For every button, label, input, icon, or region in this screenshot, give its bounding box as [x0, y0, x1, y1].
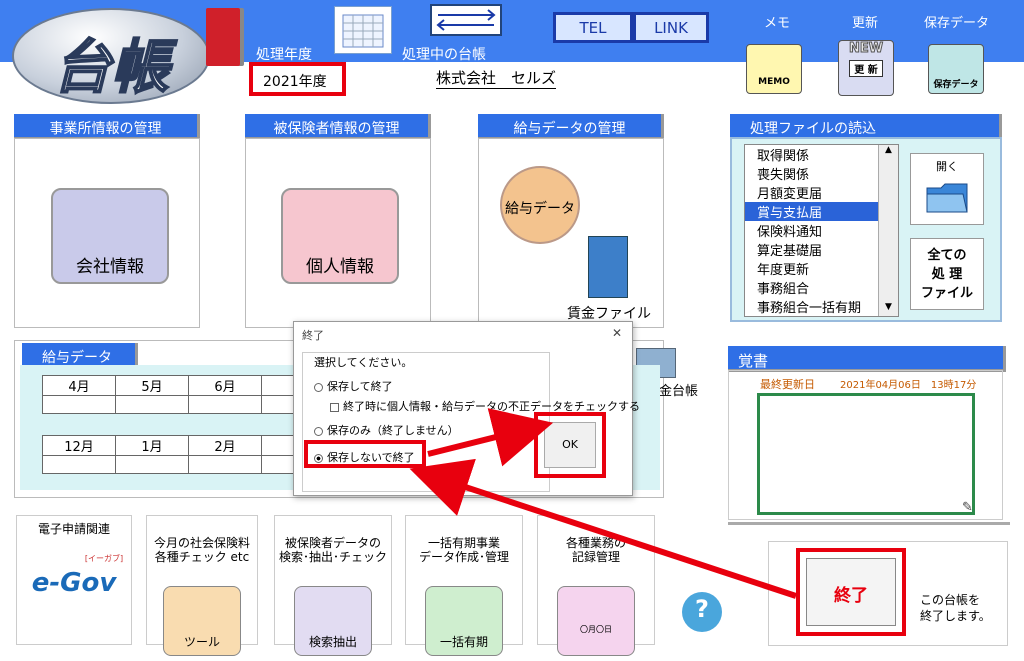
search-icon-label: 検索抽出	[308, 635, 357, 649]
memo-button[interactable]: MEMO	[746, 44, 802, 94]
option-no-save-exit[interactable]: 保存しないで終了	[314, 449, 415, 465]
fiscal-year-value[interactable]: 2021年度	[249, 62, 346, 96]
exit-dialog: 終了 ✕ 選択してください。 保存して終了 終了時に個人情報・給与データの不正デ…	[293, 321, 640, 496]
e-application-button[interactable]: 電子申請関連 e-Gov [イーガブ]	[16, 515, 132, 645]
scroll-up-icon[interactable]: ▲	[879, 145, 898, 159]
update-button[interactable]: NEW 更 新	[838, 40, 894, 96]
update-label: 更新	[852, 16, 879, 31]
record-icon: 〇月〇日 手 続 録	[557, 586, 635, 656]
salary-panel-title: 給与データの管理	[478, 114, 664, 140]
file-list-item[interactable]: 算定基礎届	[745, 240, 898, 259]
memo-panel-title: 覚書	[728, 346, 1006, 372]
shovel-icon: 一括有期	[425, 586, 503, 656]
bulk-period-button[interactable]: 一括有期事業 データ作成･管理 一括有期	[405, 515, 523, 656]
month-cell[interactable]: 6月	[188, 375, 262, 396]
save-data-label: 保存データ	[924, 16, 990, 31]
exit-button[interactable]: 終了	[806, 558, 896, 626]
link-button[interactable]: LINK	[633, 12, 709, 43]
shovel-icon-label: 一括有期	[439, 635, 488, 649]
close-icon[interactable]: ✕	[612, 326, 622, 340]
fiscal-year-label: 処理年度	[256, 47, 312, 63]
egov-logo: e-Gov	[31, 568, 117, 598]
open-label: 開く	[936, 160, 958, 173]
memo-icon-text: MEMO	[758, 77, 790, 87]
personal-info-button[interactable]: 個人情報	[281, 188, 399, 284]
dialog-title: 終了 ✕	[294, 322, 632, 346]
ok-button[interactable]: OK	[544, 422, 596, 468]
record-icon-date: 〇月〇日	[580, 625, 612, 634]
salary-data-button[interactable]: 給与データ	[500, 166, 580, 244]
exit-description: この台帳を 終了します。	[920, 593, 991, 623]
radio-no-save-exit[interactable]	[314, 453, 323, 463]
save-data-button[interactable]: 保存データ	[928, 44, 984, 94]
salary-data-label: 給与データ	[505, 201, 575, 217]
tool-icon-label: ツール	[183, 635, 220, 649]
insured-search-title: 被保険者データの 検索･抽出･チェック	[278, 536, 387, 564]
folder-icon	[926, 183, 968, 213]
memo-label: メモ	[764, 16, 791, 31]
month-cell[interactable]: 1月	[115, 435, 189, 456]
month-cell[interactable]: 2月	[188, 435, 262, 456]
radio-save-exit[interactable]	[314, 382, 323, 392]
insured-panel-title: 被保険者情報の管理	[245, 114, 431, 140]
file-list-item[interactable]: 年度更新	[745, 259, 898, 278]
file-list-item[interactable]: 事務組合一括有期	[745, 297, 898, 316]
file-list-item[interactable]: 月額変更届	[745, 183, 898, 202]
wage-file-label[interactable]: 賃金ファイル	[567, 303, 651, 323]
salary-panel	[478, 138, 664, 328]
search-icon: 検索抽出	[294, 586, 372, 656]
pencil-icon[interactable]: ✎	[962, 500, 973, 515]
month-cell[interactable]: 12月	[42, 435, 116, 456]
save-icon-text: 保存データ	[933, 80, 979, 90]
tool-icon: ツール	[163, 586, 241, 656]
month-cell[interactable]: 5月	[115, 375, 189, 396]
red-book-icon	[206, 8, 240, 66]
file-list-item[interactable]: 保険料通知	[745, 221, 898, 240]
company-info-label: 会社情報	[76, 257, 144, 277]
company-name: 株式会社 セルズ	[436, 69, 557, 89]
calendar-icon[interactable]	[334, 6, 392, 54]
personal-info-label: 個人情報	[306, 257, 374, 277]
tel-button[interactable]: TEL	[553, 12, 633, 43]
dialog-title-text: 終了	[302, 329, 324, 342]
all-files-button[interactable]: 全ての 処 理 ファイル	[910, 238, 984, 310]
wage-file-icon[interactable]	[588, 236, 628, 298]
company-info-button[interactable]: 会社情報	[51, 188, 169, 284]
work-record-title: 各種業務の 記録管理	[565, 536, 626, 564]
help-button[interactable]: ?	[682, 592, 722, 632]
file-list[interactable]: 取得関係 喪失関係 月額変更届 賞与支払届 保険料通知 算定基礎届 年度更新 事務組合 事務組合…	[744, 144, 899, 317]
memo-text-area[interactable]	[757, 393, 975, 515]
option-save-only[interactable]: 保存のみ（終了しません）	[314, 422, 459, 438]
monthly-check-button[interactable]: 今月の社会保険料 各種チェック etc ツール	[146, 515, 258, 656]
file-list-item[interactable]: 事務組合	[745, 278, 898, 297]
file-list-item[interactable]: 取得関係	[745, 145, 898, 164]
egov-logo-small: [イーガブ]	[84, 554, 124, 563]
work-record-button[interactable]: 各種業務の 記録管理 〇月〇日 手 続 録	[537, 515, 655, 656]
last-update-label: 最終更新日	[760, 378, 815, 391]
month-cell[interactable]: 4月	[42, 375, 116, 396]
office-panel-title: 事業所情報の管理	[14, 114, 200, 140]
logo-text: 台帳	[52, 32, 170, 102]
last-update-value: 2021年04月06日 13時17分	[840, 380, 977, 391]
checkbox-icon[interactable]	[330, 402, 339, 412]
ledger-logo: 台帳	[12, 8, 210, 104]
update-icon-text: 更 新	[849, 60, 883, 77]
bulk-period-title: 一括有期事業 データ作成･管理	[418, 536, 509, 564]
monthly-check-title: 今月の社会保険料 各種チェック etc	[153, 536, 250, 564]
salary-month-grid-1: 4月5月6月7	[42, 375, 335, 414]
open-button[interactable]: 開く	[910, 153, 984, 225]
file-list-item[interactable]: 喪失関係	[745, 164, 898, 183]
salary-month-grid-2: 12月1月2月3	[42, 435, 335, 474]
insured-search-button[interactable]: 被保険者データの 検索･抽出･チェック 検索抽出	[274, 515, 392, 656]
file-list-item[interactable]: 賞与支払届	[745, 202, 898, 221]
scroll-down-icon[interactable]: ▼	[879, 302, 898, 316]
radio-save-only[interactable]	[314, 426, 323, 436]
e-application-title: 電子申請関連	[37, 522, 110, 536]
new-text: NEW	[848, 41, 884, 57]
switch-arrows-icon[interactable]	[430, 4, 502, 36]
dialog-prompt: 選択してください。	[314, 356, 413, 369]
file-list-scrollbar[interactable]: ▲ ▼	[878, 145, 898, 316]
option-save-exit[interactable]: 保存して終了	[314, 378, 393, 394]
current-ledger-label: 処理中の台帳	[402, 47, 486, 63]
